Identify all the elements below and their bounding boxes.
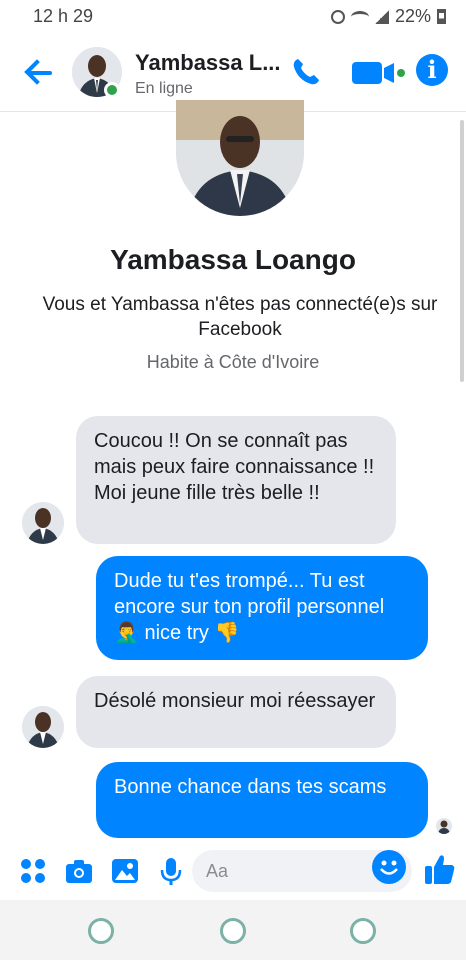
status-bar: 12 h 29 22% — [0, 0, 466, 34]
scrollbar[interactable] — [460, 120, 464, 382]
apps-icon[interactable] — [18, 856, 48, 886]
phone-icon[interactable] — [290, 56, 322, 88]
message-bubble-outgoing[interactable]: Dude tu t'es trompé... Tu est encore sur… — [96, 556, 428, 660]
status-time: 12 h 29 — [33, 6, 94, 26]
thumbs-up-icon[interactable] — [424, 852, 455, 884]
profile-location: Habite à Côte d'Ivoire — [146, 352, 320, 372]
message-input-placeholder: Aa — [206, 861, 229, 881]
alarm-icon — [330, 9, 345, 24]
microphone-icon[interactable] — [156, 856, 186, 886]
back-arrow-icon[interactable] — [22, 56, 56, 90]
video-camera-icon[interactable] — [350, 58, 406, 86]
connection-info: Vous et Yambassa n'êtes pas connecté(e)s… — [42, 294, 438, 340]
online-indicator — [104, 82, 120, 98]
nav-home-button[interactable] — [220, 918, 246, 944]
profile-name: Yambassa Loango — [110, 244, 356, 275]
wifi-icon — [350, 10, 369, 23]
nav-recent-apps-button[interactable] — [88, 918, 114, 944]
contact-status: En ligne — [135, 80, 193, 97]
message-composer: Aa — [0, 842, 466, 900]
sender-avatar[interactable] — [22, 706, 64, 748]
system-navigation-bar — [0, 900, 466, 960]
contact-name[interactable]: Yambassa L... — [135, 50, 281, 76]
signal-icon — [374, 9, 389, 24]
camera-icon[interactable] — [64, 856, 94, 886]
battery-icon — [437, 9, 446, 24]
message-bubble-outgoing[interactable]: Bonne chance dans tes scams — [96, 762, 428, 838]
profile-photo[interactable] — [176, 100, 304, 216]
battery-percent: 22% — [394, 6, 431, 26]
nav-back-button[interactable] — [350, 918, 376, 944]
info-icon[interactable]: i — [416, 54, 448, 86]
message-bubble-incoming[interactable]: Désolé monsieur moi réessayer — [76, 676, 396, 748]
gallery-icon[interactable] — [110, 856, 140, 886]
message-bubble-incoming[interactable]: Coucou !! On se connaît pas mais peux fa… — [76, 416, 396, 544]
status-icons: 22% — [330, 6, 446, 27]
sender-avatar[interactable] — [22, 502, 64, 544]
read-receipt-avatar — [436, 818, 452, 834]
emoji-icon[interactable] — [372, 850, 406, 884]
